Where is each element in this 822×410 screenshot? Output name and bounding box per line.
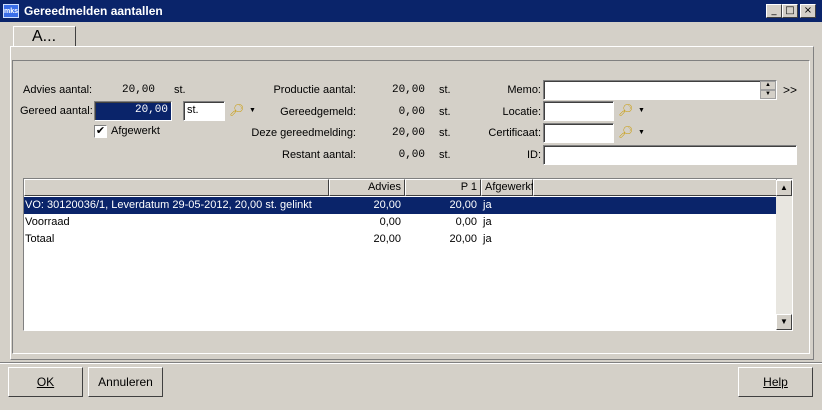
magnifier-icon[interactable]: 🔎︎ <box>618 103 633 117</box>
checkmark-icon: ✔ <box>95 125 106 137</box>
row-description: Voorraad <box>25 216 70 228</box>
certificaat-label: Certificaat: <box>488 127 541 139</box>
row-afgewerkt: ja <box>483 216 492 228</box>
deze-unit: st. <box>439 127 451 139</box>
gereed-input[interactable]: 20,00 <box>94 101 172 121</box>
dropdown-arrow-icon[interactable]: ▼ <box>638 107 645 114</box>
productie-unit: st. <box>439 84 451 96</box>
column-header-advies[interactable]: Advies <box>329 179 405 196</box>
restant-label: Restant aantal: <box>282 149 356 161</box>
magnifier-icon[interactable]: 🔎︎ <box>618 125 633 139</box>
window-title: Gereedmelden aantallen <box>24 4 163 18</box>
row-advies: 0,00 <box>379 216 401 228</box>
gereed-label: Gereed aantal: <box>20 105 93 117</box>
afgewerkt-label: Afgewerkt <box>111 125 160 137</box>
restant-value: 0,00 <box>398 149 425 161</box>
magnifier-icon[interactable]: 🔎︎ <box>229 103 244 117</box>
memo-label: Memo: <box>507 84 541 96</box>
scroll-up-icon[interactable]: ▲ <box>776 180 792 196</box>
id-label: ID: <box>526 149 541 161</box>
minimize-button[interactable]: _ <box>766 4 782 18</box>
help-button-label: Help <box>763 375 788 389</box>
scroll-down-icon[interactable]: ▼ <box>776 314 792 330</box>
gereedgemeld-label: Gereedgemeld: <box>280 106 356 118</box>
column-header-filler <box>533 179 777 196</box>
gereed-unit-input[interactable]: st. <box>183 101 225 121</box>
row-p1: 0,00 <box>455 216 477 228</box>
advies-unit: st. <box>174 84 186 96</box>
row-afgewerkt: ja <box>483 199 492 211</box>
table-row[interactable]: Voorraad 0,00 0,00 ja <box>24 214 777 231</box>
row-description: VO: 30120036/1, Leverdatum 29-05-2012, 2… <box>25 199 312 211</box>
gereedgemeld-value: 0,00 <box>398 106 425 118</box>
memo-spin-down[interactable]: ▼ <box>760 90 776 99</box>
help-button[interactable]: Help <box>738 367 813 397</box>
memo-spin-up[interactable]: ▲ <box>760 81 776 90</box>
row-advies: 20,00 <box>373 199 401 211</box>
row-advies: 20,00 <box>373 233 401 245</box>
deze-label: Deze gereedmelding: <box>251 127 356 139</box>
advies-label: Advies aantal: <box>23 84 93 96</box>
allocation-list[interactable]: Advies P 1 Afgewerkt VO: 30120036/1, Lev… <box>23 178 793 331</box>
row-afgewerkt: ja <box>483 233 492 245</box>
afgewerkt-checkbox[interactable]: ✔ <box>94 125 107 138</box>
memo-input[interactable] <box>543 80 777 100</box>
deze-value: 20,00 <box>391 127 425 139</box>
vertical-scrollbar[interactable]: ▲ ▼ <box>776 180 792 330</box>
table-row[interactable]: VO: 30120036/1, Leverdatum 29-05-2012, 2… <box>24 197 777 214</box>
productie-label: Productie aantal: <box>273 84 356 96</box>
ok-button-label: OK <box>36 375 55 389</box>
id-input[interactable] <box>543 145 797 165</box>
gereedgemeld-unit: st. <box>439 106 451 118</box>
restant-unit: st. <box>439 149 451 161</box>
close-button[interactable]: × <box>800 4 816 18</box>
cancel-button[interactable]: Annuleren <box>88 367 163 397</box>
row-description: Totaal <box>25 233 55 245</box>
maximize-button[interactable]: □ <box>782 4 798 18</box>
row-p1: 20,00 <box>449 233 477 245</box>
table-row[interactable]: Totaal 20,00 20,00 ja <box>24 231 777 248</box>
ok-button[interactable]: OK <box>8 367 83 397</box>
column-header-afgewerkt[interactable]: Afgewerkt <box>481 179 534 196</box>
column-header-p1[interactable]: P 1 <box>405 179 481 196</box>
column-header-description[interactable] <box>24 179 329 196</box>
dropdown-arrow-icon[interactable]: ▼ <box>638 129 645 136</box>
row-p1: 20,00 <box>449 199 477 211</box>
advies-value: 20,00 <box>122 84 156 96</box>
certificaat-input[interactable] <box>543 123 614 143</box>
expand-button[interactable]: >> <box>783 83 797 97</box>
locatie-label: Locatie: <box>502 106 541 118</box>
locatie-input[interactable] <box>543 101 614 121</box>
tab-a[interactable]: A... <box>13 26 76 47</box>
productie-value: 20,00 <box>391 84 425 96</box>
footer-separator <box>0 362 822 364</box>
app-icon: mks <box>3 4 19 18</box>
